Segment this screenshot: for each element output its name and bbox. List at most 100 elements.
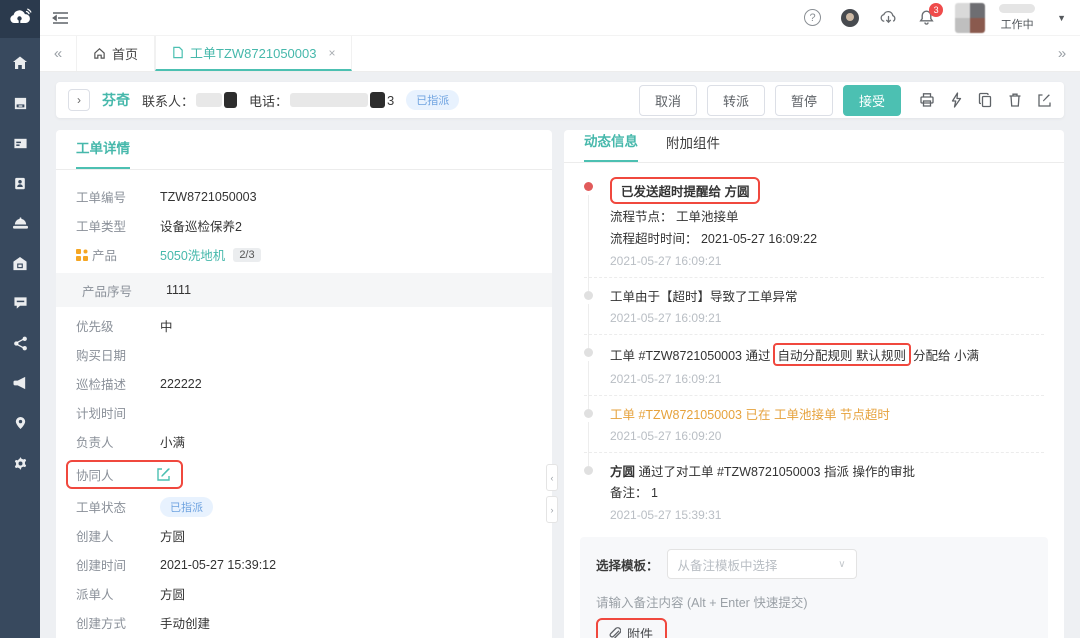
- workorder-action-bar: › 芬奇 联系人： 电话： 3 已指派 取消 转派 暂停: [56, 82, 1064, 118]
- timeline-warning-text: 工单 #TZW8721050003 已在 工单池接单 节点超时: [610, 404, 1044, 423]
- field-label: 优先级: [76, 316, 160, 335]
- note-input[interactable]: 请输入备注内容 (Alt + Enter 快速提交): [596, 592, 1032, 611]
- panel-expand-right-handle[interactable]: ›: [546, 496, 558, 523]
- field-value: 小满: [160, 432, 185, 451]
- gear-icon: [13, 456, 28, 471]
- document-icon: [172, 46, 184, 59]
- sidebar-item-location[interactable]: [0, 414, 40, 432]
- edit-collaborator-icon[interactable]: [156, 467, 171, 482]
- product-link[interactable]: 5050洗地机: [160, 245, 225, 264]
- tab-workorder-detail[interactable]: 工单详情: [76, 137, 130, 169]
- tab-workorder-active[interactable]: 工单TZW8721050003 ×: [155, 36, 352, 71]
- contact-redacted: [196, 93, 222, 107]
- home-outline-icon: [93, 47, 106, 60]
- tab-close-icon[interactable]: ×: [328, 46, 335, 60]
- sidebar-item-customer[interactable]: [0, 174, 40, 192]
- attachment-label: 附件: [627, 624, 653, 638]
- cloud-download-icon[interactable]: [879, 10, 898, 25]
- field-value: 设备巡检保养2: [160, 216, 242, 235]
- assign-rule-annotation: 自动分配规则 默认规则: [773, 343, 911, 366]
- attachment-button[interactable]: 附件: [596, 618, 667, 638]
- timeline-timestamp: 2021-05-27 16:09:21: [610, 372, 1044, 386]
- tab-activity[interactable]: 动态信息: [584, 130, 638, 162]
- timeline-timestamp: 2021-05-27 15:39:31: [610, 508, 1044, 522]
- phone-redacted-dark: [370, 92, 385, 108]
- sidebar-item-share[interactable]: [0, 334, 40, 352]
- field-label: 协同人: [76, 465, 156, 484]
- sidebar: [0, 0, 40, 638]
- tabs-scroll-right-icon[interactable]: »: [1044, 36, 1080, 71]
- lightning-icon[interactable]: [950, 92, 963, 108]
- print-icon[interactable]: [919, 92, 935, 108]
- sidebar-item-workorder[interactable]: [0, 94, 40, 112]
- sidebar-item-settings[interactable]: [0, 454, 40, 472]
- sidebar-item-workbench[interactable]: [0, 134, 40, 152]
- sidebar-item-service[interactable]: [0, 214, 40, 232]
- field-label: 工单状态: [76, 497, 160, 516]
- tab-bar: « 首页 工单TZW8721050003 × »: [40, 36, 1080, 72]
- field-value: 中: [160, 316, 173, 335]
- field-dispatcher: 派单人 方圆: [76, 579, 532, 608]
- timeline-item: 已发送超时提醒给 方圆 流程节点： 工单池接单 流程超时时间： 2021-05-…: [584, 169, 1044, 278]
- field-label: 工单类型: [76, 216, 160, 235]
- status-label: 工作中: [1001, 16, 1034, 32]
- tab-home[interactable]: 首页: [76, 36, 155, 71]
- phone-field: 电话： 3: [249, 91, 394, 110]
- delete-trash-icon[interactable]: [1008, 92, 1022, 108]
- panel-collapse-left-handle[interactable]: ‹: [546, 464, 558, 491]
- customer-name: 芬奇: [102, 90, 130, 110]
- field-label: 产品序号: [82, 281, 166, 300]
- home-icon: [12, 55, 28, 71]
- template-select[interactable]: 从备注模板中选择 ∨: [667, 549, 857, 579]
- tab-home-label: 首页: [112, 44, 138, 63]
- comment-composer: 选择模板： 从备注模板中选择 ∨ 请输入备注内容 (Alt + Enter 快速…: [580, 537, 1048, 638]
- field-workorder-number: 工单编号 TZW8721050003: [76, 182, 532, 211]
- megaphone-icon: [13, 376, 28, 390]
- notifications-bell-icon[interactable]: 3: [918, 9, 935, 26]
- edit-note-icon[interactable]: [1037, 93, 1052, 108]
- sidebar-item-home[interactable]: [0, 54, 40, 72]
- field-label: 创建人: [76, 526, 160, 545]
- product-count-badge[interactable]: 2/3: [233, 248, 260, 262]
- app-window: ? 3 工作中 ▼ «: [0, 0, 1080, 638]
- collapse-menu-icon[interactable]: [52, 11, 69, 25]
- timeline-item: 工单由于【超时】导致了工单异常 2021-05-27 16:09:21: [584, 278, 1044, 335]
- user-avatar[interactable]: [955, 3, 985, 33]
- status-badge: 已指派: [406, 90, 459, 110]
- flow-timeout-line: 流程超时时间： 2021-05-27 16:09:22: [610, 230, 1044, 248]
- cloud-wrench-logo-icon: [8, 7, 32, 32]
- field-value: 1111: [166, 283, 191, 297]
- field-label: 计划时间: [76, 403, 160, 422]
- sidebar-item-message[interactable]: [0, 294, 40, 312]
- tabs-scroll-left-icon[interactable]: «: [40, 36, 76, 71]
- transfer-button[interactable]: 转派: [707, 85, 765, 116]
- timeline-timestamp: 2021-05-27 16:09:21: [610, 311, 1044, 325]
- field-value: 方圆: [160, 526, 185, 545]
- app-logo[interactable]: [0, 0, 40, 38]
- service-desk-icon: [12, 216, 29, 231]
- contact-label: 联系人：: [142, 91, 194, 110]
- expand-detail-button[interactable]: ›: [68, 89, 90, 111]
- field-value: TZW8721050003: [160, 190, 257, 204]
- help-icon[interactable]: ?: [804, 9, 821, 26]
- cancel-button[interactable]: 取消: [639, 85, 697, 116]
- pause-button[interactable]: 暂停: [775, 85, 833, 116]
- sidebar-item-warehouse[interactable]: [0, 254, 40, 272]
- chevron-down-icon[interactable]: ▼: [1057, 13, 1066, 23]
- timeline-text: 工单由于【超时】导致了工单异常: [610, 286, 1044, 305]
- user-status[interactable]: 工作中: [999, 4, 1035, 32]
- timeline-item: 方圆 通过了对工单 #TZW8721050003 指派 操作的审批 备注： 1 …: [584, 453, 1044, 531]
- activity-panel: 动态信息 附加组件 已发送超时提醒给 方圆 流程节点： 工单池接单 流程超时时间…: [564, 130, 1064, 638]
- contact-redacted-dark: [224, 92, 237, 108]
- sidebar-item-announcement[interactable]: [0, 374, 40, 392]
- field-collaborator: 协同人: [76, 456, 532, 492]
- collaborator-annotation-box: 协同人: [66, 460, 183, 489]
- field-label: 产品: [92, 245, 117, 264]
- tab-addons[interactable]: 附加组件: [666, 132, 720, 162]
- accept-button[interactable]: 接受: [843, 85, 901, 116]
- field-purchase-date: 购买日期: [76, 340, 532, 369]
- copy-icon[interactable]: [978, 92, 993, 108]
- field-inspection-desc: 巡检描述 222222: [76, 369, 532, 398]
- assistant-avatar-icon[interactable]: [841, 9, 859, 27]
- field-label: 巡检描述: [76, 374, 160, 393]
